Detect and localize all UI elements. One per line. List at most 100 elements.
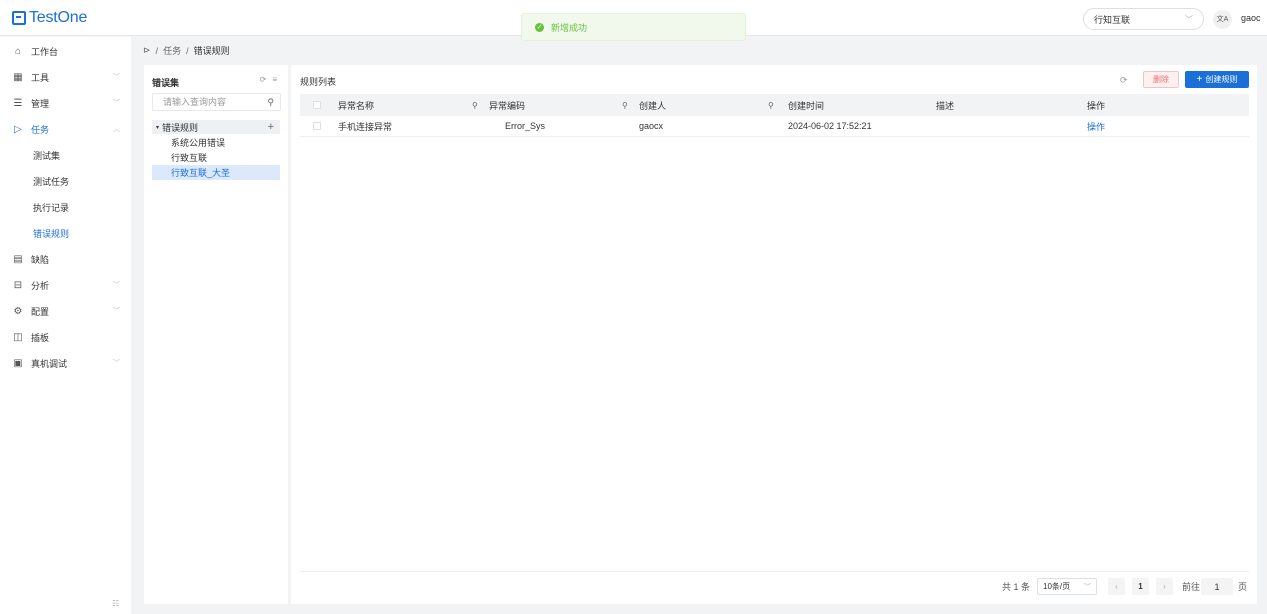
sidebar-sub-error-rules[interactable]: 错误规则 xyxy=(0,220,131,246)
tree-node-selected[interactable]: 行致互联_大圣 xyxy=(152,165,280,180)
search-icon[interactable]: ⚲ xyxy=(768,94,774,116)
col-header-desc: 描述 xyxy=(936,100,955,111)
user-name[interactable]: gaoc xyxy=(1241,13,1261,23)
play-icon: ▷ xyxy=(14,123,22,135)
gear-icon: ⚙ xyxy=(13,305,23,317)
sidebar-item-label: 缺陷 xyxy=(31,254,50,265)
collapse-sidebar-icon[interactable]: ☷ xyxy=(112,599,119,608)
page-number[interactable]: 1 xyxy=(1132,578,1149,595)
sidebar: ⌂ 工作台 ▦ 工具 ﹀ ☰ 管理 ﹀ ▷ 任务 ︿ 测试集 测试任务 执行记录… xyxy=(0,37,131,614)
chevron-down-icon: ﹀ xyxy=(113,360,120,367)
cell-name: 手机连接异常 xyxy=(338,121,393,132)
create-rule-button[interactable]: + 创建规则 xyxy=(1185,71,1249,88)
chevron-down-icon: ﹀ xyxy=(1084,583,1091,591)
tree-tools: ⟳ ≡ xyxy=(260,75,277,84)
check-circle-icon: ✓ xyxy=(535,22,544,32)
table-divider xyxy=(300,571,1249,572)
org-select-value: 行知互联 xyxy=(1094,14,1131,25)
row-checkbox[interactable] xyxy=(313,116,321,136)
panel-icon: ◫ xyxy=(13,331,23,343)
sidebar-item-label: 插板 xyxy=(31,332,50,343)
doc-icon: ▤ xyxy=(13,253,23,265)
sidebar-sub-test-task[interactable]: 测试任务 xyxy=(0,168,131,194)
delete-button[interactable]: 删除 xyxy=(1143,71,1179,88)
sidebar-item-plugin[interactable]: ◫ 插板 xyxy=(0,324,131,350)
sidebar-item-label: 分析 xyxy=(31,280,50,291)
goto-page-input[interactable]: 1 xyxy=(1201,578,1233,595)
breadcrumb: ⊳ / 任务 / 错误规则 xyxy=(143,44,230,57)
sidebar-item-label: 工具 xyxy=(31,72,50,83)
collapse-all-icon[interactable]: ≡ xyxy=(272,75,277,84)
device-icon: ▣ xyxy=(13,357,23,369)
chevron-down-icon: ﹀ xyxy=(113,74,120,81)
tree-search-input[interactable] xyxy=(163,97,263,107)
sidebar-item-workbench[interactable]: ⌂ 工作台 xyxy=(0,38,131,64)
sidebar-item-analysis[interactable]: ⊟ 分析 ﹀ xyxy=(0,272,131,298)
refresh-icon[interactable]: ⟳ xyxy=(260,75,267,84)
prev-page-button[interactable]: ‹ xyxy=(1108,578,1125,595)
sidebar-item-manage[interactable]: ☰ 管理 ﹀ xyxy=(0,90,131,116)
col-header-code: 异常编码 xyxy=(489,100,526,111)
chart-icon: ⊟ xyxy=(13,279,23,291)
breadcrumb-icon: ⊳ xyxy=(143,45,151,55)
search-icon[interactable]: ⚲ xyxy=(472,94,478,116)
home-icon: ⌂ xyxy=(14,45,22,57)
sidebar-item-tools[interactable]: ▦ 工具 ﹀ xyxy=(0,64,131,90)
sidebar-item-label: 任务 xyxy=(31,124,50,135)
breadcrumb-current: 错误规则 xyxy=(193,46,230,56)
sidebar-item-config[interactable]: ⚙ 配置 ﹀ xyxy=(0,298,131,324)
col-header-name: 异常名称 xyxy=(338,100,375,111)
search-icon[interactable]: ⚲ xyxy=(622,94,628,116)
row-action-link[interactable]: 操作 xyxy=(1087,116,1105,136)
page-unit-label: 页 xyxy=(1238,582,1248,592)
col-header-creator: 创建人 xyxy=(639,100,667,111)
table-header: 异常名称 ⚲ 异常编码 ⚲ 创建人 ⚲ 创建时间 描述 操作 xyxy=(300,94,1249,116)
next-page-button[interactable]: › xyxy=(1156,578,1173,595)
table-row[interactable]: 手机连接异常 Error_Sys gaocx 2024-06-02 17:52:… xyxy=(300,116,1249,137)
translate-icon[interactable]: 文A xyxy=(1213,10,1232,29)
tree-root-label: 错误规则 xyxy=(162,122,199,133)
col-header-created: 创建时间 xyxy=(788,100,825,111)
sidebar-item-label: 配置 xyxy=(31,306,50,317)
caret-down-icon: ▾ xyxy=(156,124,160,131)
chevron-up-icon: ︿ xyxy=(113,126,120,133)
org-select[interactable]: 行知互联 ﹀ xyxy=(1083,8,1204,30)
success-toast: ✓ 新增成功 xyxy=(521,13,746,41)
chevron-down-icon: ﹀ xyxy=(113,308,120,315)
sidebar-item-label: 真机调试 xyxy=(31,358,68,369)
grid-icon: ▦ xyxy=(13,71,23,83)
list-title: 规则列表 xyxy=(300,77,337,87)
breadcrumb-parent[interactable]: 任务 xyxy=(163,44,181,57)
page-size-value: 10条/页 xyxy=(1043,582,1071,591)
sidebar-sub-test-suite[interactable]: 测试集 xyxy=(0,142,131,168)
sidebar-item-label: 工作台 xyxy=(31,46,59,57)
add-node-icon[interactable]: + xyxy=(268,121,274,133)
sidebar-item-task[interactable]: ▷ 任务 ︿ xyxy=(0,116,131,142)
breadcrumb-sep: / xyxy=(186,45,189,56)
refresh-icon[interactable]: ⟳ xyxy=(1120,75,1128,86)
tree-title: 错误集 xyxy=(152,78,180,88)
tree-node[interactable]: 系统公用错误 xyxy=(152,135,280,150)
pagination-total: 共 1 条 xyxy=(1002,582,1031,592)
create-rule-label: 创建规则 xyxy=(1205,75,1238,84)
toast-message: 新增成功 xyxy=(551,22,588,33)
tree-root-node[interactable]: ▾ 错误规则 + xyxy=(152,120,280,134)
tree-node[interactable]: 行致互联 xyxy=(152,150,280,165)
sidebar-item-device-debug[interactable]: ▣ 真机调试 ﹀ xyxy=(0,350,131,376)
search-icon[interactable]: ⚲ xyxy=(267,97,274,108)
sidebar-item-label: 管理 xyxy=(31,98,50,109)
col-header-action: 操作 xyxy=(1087,100,1106,111)
cell-code: Error_Sys xyxy=(505,121,546,131)
chevron-down-icon: ﹀ xyxy=(113,100,120,107)
sidebar-sub-exec-record[interactable]: 执行记录 xyxy=(0,194,131,220)
tree-search-box: ⚲ xyxy=(152,93,281,111)
chevron-down-icon: ﹀ xyxy=(113,282,120,289)
select-all-checkbox[interactable] xyxy=(313,94,321,116)
cell-created: 2024-06-02 17:52:21 xyxy=(788,121,872,131)
app-logo[interactable]: TestOne xyxy=(12,9,87,27)
list-icon: ☰ xyxy=(13,97,23,109)
cell-creator: gaocx xyxy=(639,121,664,131)
sidebar-item-defect[interactable]: ▤ 缺陷 xyxy=(0,246,131,272)
page-size-select[interactable]: 10条/页 ﹀ xyxy=(1037,578,1097,595)
error-set-panel: 错误集 ⟳ ≡ ⚲ ▾ 错误规则 + 系统公用错误 行致互联 行致互联_大圣 xyxy=(144,65,288,604)
